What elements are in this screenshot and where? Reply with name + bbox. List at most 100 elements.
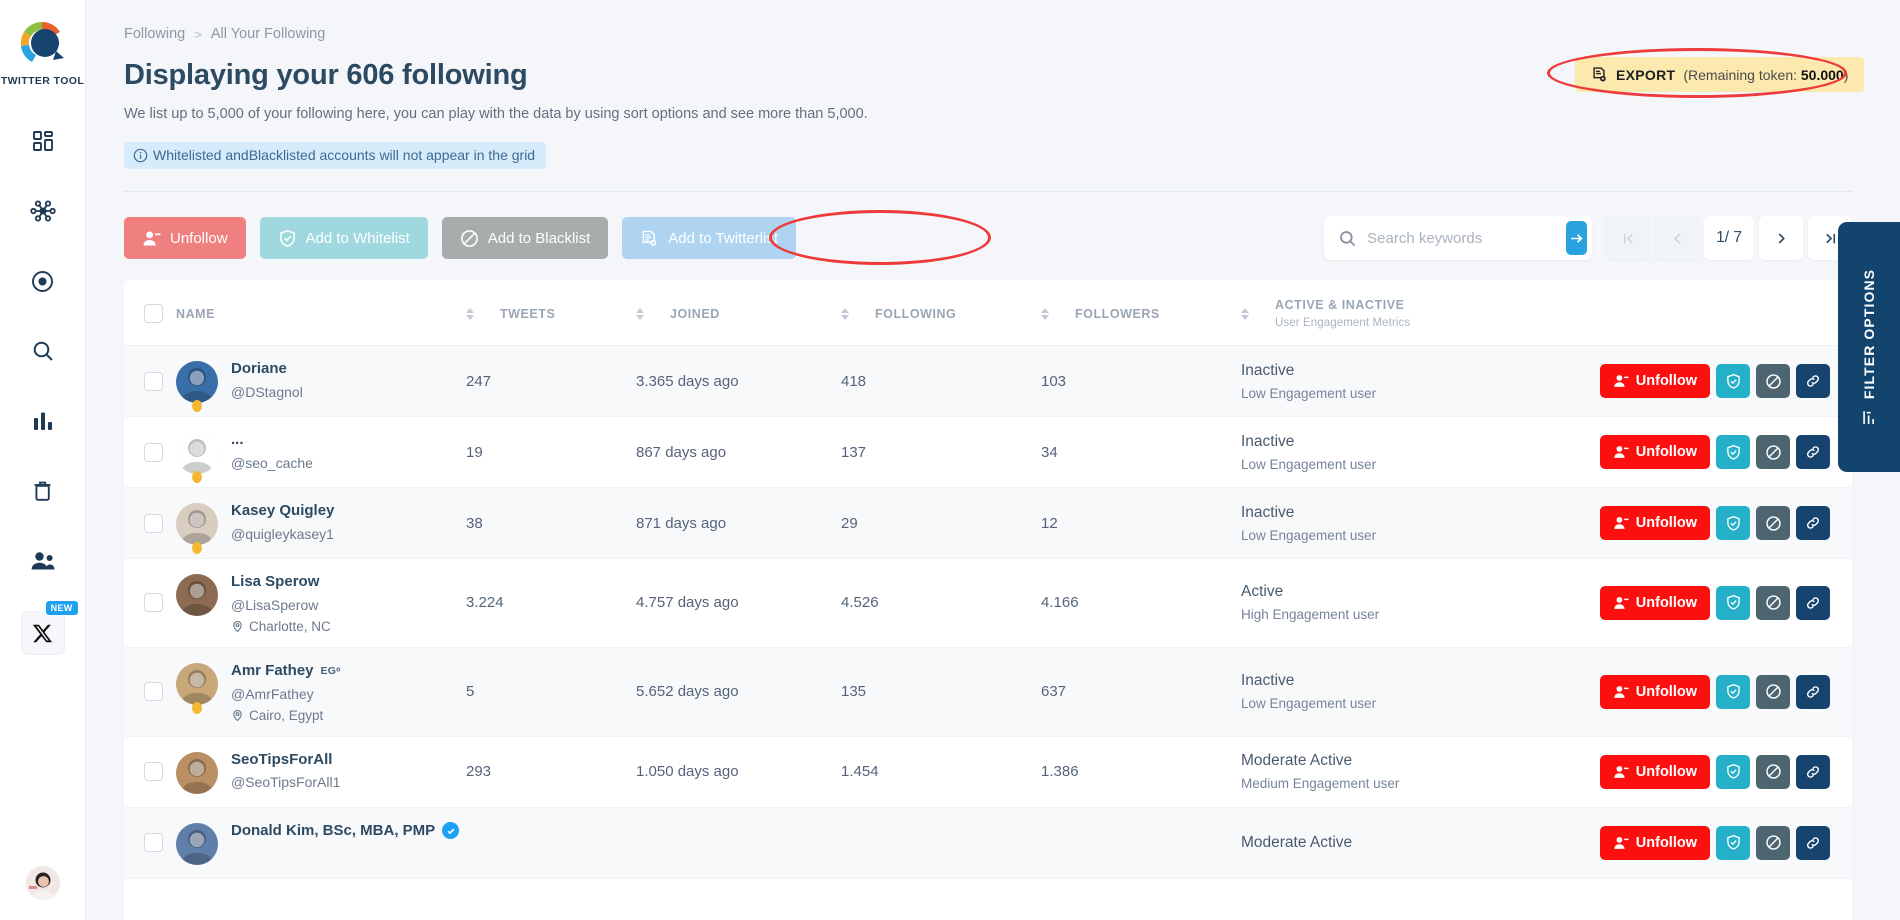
- sidebar-item-trash[interactable]: [20, 471, 66, 511]
- row-unfollow-button[interactable]: Unfollow: [1599, 754, 1710, 789]
- row-link-button[interactable]: [1796, 435, 1830, 469]
- sidebar-item-network[interactable]: [20, 191, 66, 231]
- row-checkbox[interactable]: [144, 513, 163, 533]
- bulk-add-whitelist-button[interactable]: Add to Whitelist: [259, 217, 428, 259]
- row-blacklist-button[interactable]: [1756, 364, 1790, 398]
- ban-icon: [1765, 834, 1782, 851]
- select-all-checkbox[interactable]: [144, 304, 163, 323]
- sidebar-item-analytics[interactable]: [20, 401, 66, 441]
- header-following: FOLLOWING: [841, 280, 1041, 346]
- row-checkbox[interactable]: [144, 593, 163, 613]
- row-unfollow-button[interactable]: Unfollow: [1599, 506, 1710, 540]
- row-unfollow-button[interactable]: Unfollow: [1599, 435, 1710, 469]
- breadcrumb-parent[interactable]: Following: [124, 26, 185, 42]
- sort-followers-button[interactable]: [1041, 307, 1049, 320]
- row-actions-cell: Unfollow: [1496, 647, 1852, 736]
- row-name[interactable]: ...: [231, 431, 313, 450]
- row-name[interactable]: Lisa Sperow: [231, 573, 331, 592]
- row-blacklist-button[interactable]: [1756, 435, 1790, 469]
- sort-following-button[interactable]: [841, 307, 849, 320]
- row-engagement-detail: Low Engagement user: [1241, 696, 1377, 712]
- sort-joined-button[interactable]: [636, 307, 644, 320]
- row-checkbox[interactable]: [144, 682, 163, 702]
- dashboard-icon: [31, 129, 55, 153]
- page-subtitle: We list up to 5,000 of your following he…: [124, 106, 868, 122]
- row-checkbox[interactable]: [144, 762, 163, 781]
- sidebar-user-avatar[interactable]: [25, 866, 60, 900]
- header-name: NAME: [176, 280, 466, 346]
- row-engagement-cell: Moderate Active: [1241, 807, 1496, 878]
- main-content: Following > All Your Following Displayin…: [86, 0, 1900, 920]
- sidebar-item-x[interactable]: NEW: [20, 601, 78, 655]
- row-blacklist-button[interactable]: [1756, 506, 1790, 540]
- app-logo[interactable]: TWITTER TOOL: [1, 18, 84, 87]
- row-link-button[interactable]: [1796, 674, 1830, 709]
- row-whitelist-button[interactable]: [1716, 825, 1750, 860]
- sort-tweets-button[interactable]: [466, 307, 474, 320]
- row-tweets: 5: [466, 683, 475, 701]
- row-select-cell: [124, 807, 176, 878]
- sort-engagement-button[interactable]: [1241, 307, 1249, 320]
- row-avatar-wrap: [176, 750, 218, 794]
- row-whitelist-button[interactable]: [1716, 435, 1750, 469]
- search-icon: [31, 339, 55, 363]
- row-checkbox[interactable]: [144, 371, 163, 391]
- row-name[interactable]: Doriane: [231, 360, 303, 379]
- row-link-button[interactable]: [1796, 825, 1830, 860]
- row-link-button[interactable]: [1796, 506, 1830, 540]
- breadcrumb-current[interactable]: All Your Following: [211, 26, 325, 42]
- row-followers: 4.166: [1041, 594, 1079, 612]
- pagination-prev-button[interactable]: [1655, 216, 1700, 260]
- row-link-button[interactable]: [1796, 364, 1830, 398]
- table-header-row: NAME TWEETS JOINED FOLLOWING FOLLOWERS A…: [124, 280, 1852, 346]
- row-name[interactable]: SeoTipsForAll: [231, 751, 340, 770]
- search-input[interactable]: [1367, 229, 1567, 247]
- row-whitelist-button[interactable]: [1716, 754, 1750, 789]
- bulk-add-blacklist-button[interactable]: Add to Blacklist: [441, 217, 609, 259]
- row-blacklist-button[interactable]: [1756, 825, 1790, 860]
- verified-badge-icon: [442, 822, 460, 840]
- row-whitelist-button[interactable]: [1716, 506, 1750, 540]
- row-checkbox[interactable]: [144, 833, 163, 852]
- row-unfollow-label: Unfollow: [1635, 444, 1697, 460]
- row-checkbox[interactable]: [144, 442, 163, 462]
- pagination-next-button[interactable]: [1759, 216, 1803, 260]
- row-blacklist-button[interactable]: [1756, 754, 1790, 789]
- row-name[interactable]: Donald Kim, BSc, MBA, PMP: [231, 822, 460, 841]
- row-joined: 1.050 days ago: [636, 763, 739, 780]
- row-name[interactable]: Kasey Quigley: [231, 502, 334, 521]
- row-unfollow-label: Unfollow: [1635, 834, 1697, 851]
- sidebar-item-dashboard[interactable]: [20, 121, 66, 161]
- row-unfollow-button[interactable]: Unfollow: [1599, 364, 1710, 398]
- avatar: [176, 361, 218, 403]
- row-blacklist-button[interactable]: [1756, 585, 1790, 620]
- table-row: Lisa Sperow @LisaSperow Charlotte, NC 3.224…: [124, 559, 1852, 648]
- row-name[interactable]: Amr Fathey EGᵒ: [231, 662, 341, 681]
- row-whitelist-button[interactable]: [1716, 364, 1750, 398]
- export-label: EXPORT: [1616, 66, 1676, 83]
- filter-options-tab[interactable]: FILTER OPTIONS: [1838, 222, 1900, 472]
- row-blacklist-button[interactable]: [1756, 674, 1790, 709]
- bulk-add-twitterlist-button[interactable]: Add to Twitterlist: [622, 217, 797, 259]
- sidebar-item-search[interactable]: [20, 331, 66, 371]
- pagination-first-button[interactable]: [1606, 216, 1651, 260]
- avatar: [176, 574, 218, 616]
- row-whitelist-button[interactable]: [1716, 585, 1750, 620]
- row-unfollow-button[interactable]: Unfollow: [1599, 674, 1710, 709]
- row-joined: 4.757 days ago: [636, 594, 739, 612]
- row-link-button[interactable]: [1796, 754, 1830, 789]
- link-icon: [1805, 515, 1821, 531]
- row-unfollow-button[interactable]: Unfollow: [1599, 585, 1710, 620]
- header-followers: FOLLOWERS: [1041, 280, 1241, 346]
- row-whitelist-button[interactable]: [1716, 674, 1750, 709]
- header-tweets: TWEETS: [466, 280, 636, 346]
- avatar: [176, 503, 218, 545]
- sidebar-item-target[interactable]: [20, 261, 66, 301]
- row-link-button[interactable]: [1796, 585, 1830, 620]
- export-button[interactable]: EXPORT (Remaining token: 50.000): [1575, 57, 1865, 92]
- row-unfollow-button[interactable]: Unfollow: [1599, 825, 1710, 860]
- search-submit-button[interactable]: [1566, 221, 1588, 255]
- sidebar-item-users[interactable]: [20, 541, 66, 581]
- link-icon: [1805, 444, 1821, 460]
- bulk-unfollow-button[interactable]: Unfollow: [124, 217, 246, 259]
